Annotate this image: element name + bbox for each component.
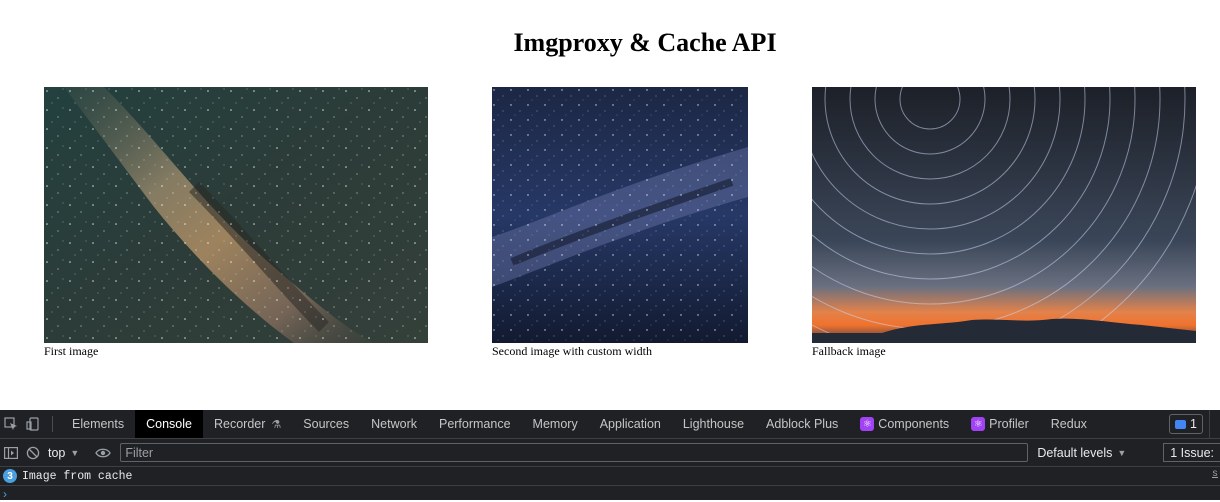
log-levels-dropdown[interactable]: Default levels ▼ [1037,446,1126,460]
figure-second: Second image with custom width [492,87,748,359]
devtools-panel: Elements Console Recorder ⚗ Sources Netwo… [0,410,1220,501]
figure-first: First image [44,87,428,359]
console-message: 3 Image from cache s [0,467,1220,486]
tab-components[interactable]: ⚛ Components [849,410,960,438]
sidebar-toggle-icon[interactable] [0,442,22,464]
issues-counter-button[interactable]: 1 [1169,414,1203,434]
react-icon: ⚛ [971,417,986,431]
context-selector[interactable]: top ▼ [44,446,83,460]
react-icon: ⚛ [860,417,875,431]
tab-redux[interactable]: Redux [1040,410,1098,438]
tab-memory[interactable]: Memory [522,410,589,438]
caret-down-icon: ▼ [70,447,80,458]
figure-caption: Fallback image [812,344,886,358]
flask-icon: ⚗ [271,418,282,431]
tab-network[interactable]: Network [360,410,428,438]
console-toolbar: top ▼ Filter Default levels ▼ 1 Issue: [0,439,1220,467]
caret-down-icon: ▼ [1117,447,1127,458]
inspect-element-icon[interactable] [0,410,22,438]
devtools-tab-bar: Elements Console Recorder ⚗ Sources Netwo… [0,410,1220,439]
tab-adblock-plus[interactable]: Adblock Plus [755,410,849,438]
prompt-chevron-icon: › [3,487,7,501]
star-trails-image [812,87,1196,343]
clear-console-icon[interactable] [22,442,44,464]
console-message-text: Image from cache [22,469,133,483]
filter-input[interactable]: Filter [120,443,1029,462]
figure-caption: First image [44,344,99,358]
more-tools-edge[interactable] [1209,410,1220,438]
eye-icon[interactable] [92,442,114,464]
tab-recorder[interactable]: Recorder ⚗ [203,410,292,438]
figure-caption: Second image with custom width [492,344,652,358]
tab-profiler[interactable]: ⚛ Profiler [960,410,1040,438]
issues-button[interactable]: 1 Issue: [1163,443,1220,462]
device-toolbar-icon[interactable] [22,410,44,438]
tab-lighthouse[interactable]: Lighthouse [672,410,755,438]
divider [52,416,53,432]
web-page: Imgproxy & Cache API First image Second … [0,0,1220,410]
page-title: Imgproxy & Cache API [513,28,777,57]
night-sky-image [492,87,748,343]
tab-sources[interactable]: Sources [292,410,360,438]
tab-application[interactable]: Application [589,410,672,438]
tab-bar-right: 1 [1169,410,1220,438]
repeat-count-badge: 3 [3,469,17,483]
tab-console[interactable]: Console [135,410,203,438]
milky-way-image [44,87,428,343]
tab-elements[interactable]: Elements [61,410,135,438]
source-link[interactable]: s [1212,469,1218,480]
figure-fallback: Fallback image [812,87,1196,359]
tab-performance[interactable]: Performance [428,410,522,438]
message-icon [1175,419,1187,429]
